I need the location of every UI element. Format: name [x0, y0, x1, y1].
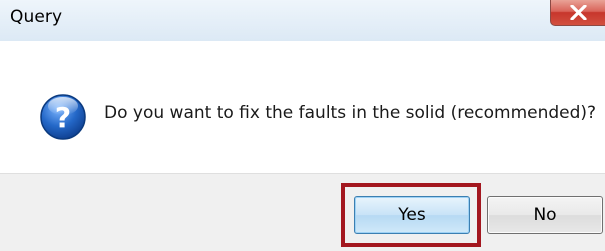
- dialog-content: ? Do you want to fix the faults in the s…: [0, 41, 605, 173]
- close-button[interactable]: [550, 0, 605, 26]
- no-button[interactable]: No: [487, 196, 603, 234]
- yes-button-highlight: [341, 183, 481, 247]
- window-title: Query: [10, 7, 63, 27]
- message-text: Do you want to fix the faults in the sol…: [104, 103, 597, 123]
- close-icon: [570, 5, 587, 20]
- svg-text:?: ?: [55, 101, 71, 134]
- query-dialog: Query ? Do you want to fix the faults in…: [0, 0, 605, 251]
- title-bar[interactable]: Query: [0, 0, 605, 41]
- question-icon: ?: [40, 94, 86, 140]
